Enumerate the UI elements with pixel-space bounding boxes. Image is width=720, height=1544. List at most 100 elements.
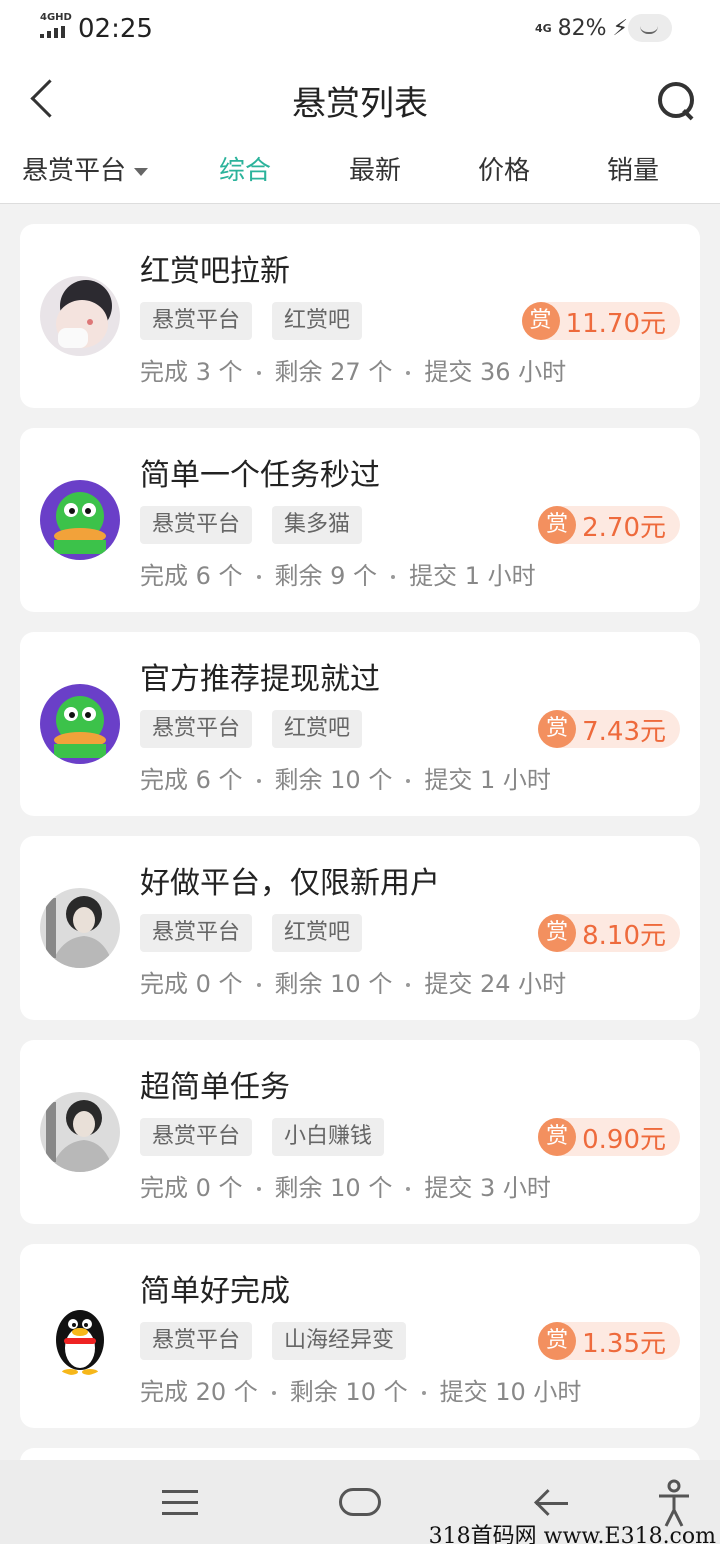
task-title: 简单好完成 bbox=[140, 1274, 290, 1309]
submit-time: 提交 3 小时 bbox=[424, 1174, 551, 1202]
tag-platform: 悬赏平台 bbox=[140, 1118, 253, 1156]
reward-pill: 赏 8.10元 bbox=[538, 914, 680, 952]
home-icon[interactable] bbox=[339, 1488, 381, 1516]
tag-app: 红赏吧 bbox=[272, 710, 363, 748]
filter-tab-bar: 悬赏平台 综合 最新 价格 销量 bbox=[0, 140, 720, 204]
task-meta: 完成 6 个 剩余 10 个 提交 1 小时 bbox=[140, 760, 551, 795]
task-meta: 完成 0 个 剩余 10 个 提交 3 小时 bbox=[140, 1168, 551, 1203]
assistant-icon bbox=[628, 14, 672, 42]
status-bar: 4GHD 02:25 4G 82% ⚡ bbox=[0, 0, 720, 58]
tab-sales[interactable]: 销量 bbox=[607, 150, 659, 187]
task-title: 简单一个任务秒过 bbox=[140, 458, 380, 493]
remaining-count: 剩余 9 个 bbox=[274, 562, 378, 590]
reward-pill: 赏 0.90元 bbox=[538, 1118, 680, 1156]
platform-dropdown[interactable]: 悬赏平台 bbox=[22, 150, 149, 187]
task-meta: 完成 6 个 剩余 9 个 提交 1 小时 bbox=[140, 556, 536, 591]
submit-time: 提交 1 小时 bbox=[424, 766, 551, 794]
task-meta: 完成 3 个 剩余 27 个 提交 36 小时 bbox=[140, 352, 566, 387]
tag-platform: 悬赏平台 bbox=[140, 710, 253, 748]
reward-badge: 赏 bbox=[521, 302, 560, 340]
submit-time: 提交 24 小时 bbox=[424, 970, 567, 998]
task-card[interactable]: 官方推荐提现就过 悬赏平台 红赏吧 赏 7.43元 完成 6 个 剩余 10 个 提… bbox=[20, 632, 700, 816]
task-title: 红赏吧拉新 bbox=[140, 254, 290, 289]
reward-pill: 赏 1.35元 bbox=[538, 1322, 680, 1360]
task-tags: 悬赏平台 红赏吧 bbox=[140, 302, 363, 340]
tag-app: 小白赚钱 bbox=[272, 1118, 385, 1156]
remaining-count: 剩余 10 个 bbox=[274, 1174, 393, 1202]
reward-price: 1.35元 bbox=[582, 1328, 666, 1359]
reward-badge: 赏 bbox=[538, 506, 577, 544]
completed-count: 完成 20 个 bbox=[140, 1378, 258, 1406]
task-card[interactable]: 好做平台，仅限新用户 悬赏平台 红赏吧 赏 8.10元 完成 0 个 剩余 10 … bbox=[20, 836, 700, 1020]
tag-platform: 悬赏平台 bbox=[140, 1322, 253, 1360]
completed-count: 完成 6 个 bbox=[140, 766, 243, 794]
submit-time: 提交 36 小时 bbox=[424, 358, 567, 386]
platform-dropdown-label: 悬赏平台 bbox=[22, 156, 127, 186]
reward-price: 2.70元 bbox=[582, 512, 666, 543]
tab-price[interactable]: 价格 bbox=[478, 150, 530, 187]
clock: 02:25 bbox=[78, 14, 153, 44]
task-title: 好做平台，仅限新用户 bbox=[140, 866, 440, 901]
task-tags: 悬赏平台 集多猫 bbox=[140, 506, 363, 544]
reward-price: 11.70元 bbox=[565, 308, 666, 339]
tab-latest[interactable]: 最新 bbox=[349, 150, 401, 187]
status-right: 4G 82% ⚡ bbox=[535, 16, 628, 41]
tag-platform: 悬赏平台 bbox=[140, 506, 253, 544]
remaining-count: 剩余 10 个 bbox=[274, 766, 393, 794]
reward-pill: 赏 7.43元 bbox=[538, 710, 680, 748]
task-title: 超简单任务 bbox=[140, 1070, 290, 1105]
completed-count: 完成 6 个 bbox=[140, 562, 243, 590]
task-card[interactable]: 超简单任务 悬赏平台 小白赚钱 赏 0.90元 完成 0 个 剩余 10 个 提交 … bbox=[20, 1040, 700, 1224]
task-tags: 悬赏平台 红赏吧 bbox=[140, 914, 363, 952]
tag-platform: 悬赏平台 bbox=[140, 914, 253, 952]
battery-percent: 82% bbox=[557, 16, 607, 41]
task-card[interactable]: 简单好完成 悬赏平台 山海经异变 赏 1.35元 完成 20 个 剩余 10 个 提… bbox=[20, 1244, 700, 1428]
page-title: 悬赏列表 bbox=[292, 84, 428, 124]
charging-icon: ⚡ bbox=[612, 16, 628, 41]
task-tags: 悬赏平台 小白赚钱 bbox=[140, 1118, 385, 1156]
avatar bbox=[40, 276, 120, 356]
tag-app: 集多猫 bbox=[272, 506, 363, 544]
menu-icon[interactable] bbox=[162, 1490, 198, 1516]
watermark-text: 318首码网 www.E318.com bbox=[428, 1524, 716, 1544]
reward-badge: 赏 bbox=[538, 710, 577, 748]
back-icon[interactable] bbox=[534, 1488, 570, 1518]
mobile-data-indicator: 4G bbox=[534, 21, 552, 35]
avatar bbox=[40, 1296, 120, 1376]
tag-app: 红赏吧 bbox=[272, 302, 363, 340]
tag-app: 红赏吧 bbox=[272, 914, 363, 952]
remaining-count: 剩余 27 个 bbox=[274, 358, 393, 386]
tag-app: 山海经异变 bbox=[272, 1322, 407, 1360]
avatar bbox=[40, 1092, 120, 1172]
reward-price: 0.90元 bbox=[582, 1124, 666, 1155]
remaining-count: 剩余 10 个 bbox=[274, 970, 393, 998]
reward-badge: 赏 bbox=[538, 914, 577, 952]
caret-down-icon bbox=[134, 167, 149, 176]
completed-count: 完成 0 个 bbox=[140, 1174, 243, 1202]
title-bar: 悬赏列表 bbox=[0, 58, 720, 140]
task-meta: 完成 20 个 剩余 10 个 提交 10 小时 bbox=[140, 1372, 581, 1407]
search-icon[interactable] bbox=[654, 78, 698, 122]
remaining-count: 剩余 10 个 bbox=[289, 1378, 408, 1406]
task-tags: 悬赏平台 山海经异变 bbox=[140, 1322, 407, 1360]
task-list: 红赏吧拉新 悬赏平台 红赏吧 赏 11.70元 完成 3 个剩余 27 个提交 … bbox=[20, 224, 700, 1508]
completed-count: 完成 0 个 bbox=[140, 970, 243, 998]
submit-time: 提交 1 小时 bbox=[409, 562, 536, 590]
reward-badge: 赏 bbox=[538, 1118, 577, 1156]
avatar bbox=[40, 684, 120, 764]
avatar bbox=[40, 480, 120, 560]
reward-pill: 赏 11.70元 bbox=[521, 302, 680, 340]
reward-pill: 赏 2.70元 bbox=[538, 506, 680, 544]
tab-comprehensive[interactable]: 综合 bbox=[219, 150, 271, 187]
avatar bbox=[40, 888, 120, 968]
task-meta: 完成 0 个 剩余 10 个 提交 24 小时 bbox=[140, 964, 566, 999]
task-tags: 悬赏平台 红赏吧 bbox=[140, 710, 363, 748]
submit-time: 提交 10 小时 bbox=[439, 1378, 582, 1406]
network-type: 4GHD bbox=[40, 12, 72, 23]
task-card[interactable]: 红赏吧拉新 悬赏平台 红赏吧 赏 11.70元 完成 3 个 剩余 27 个 提交 … bbox=[20, 224, 700, 408]
reward-price: 7.43元 bbox=[582, 716, 666, 747]
reward-badge: 赏 bbox=[538, 1322, 577, 1360]
completed-count: 完成 3 个 bbox=[140, 358, 243, 386]
task-card[interactable]: 简单一个任务秒过 悬赏平台 集多猫 赏 2.70元 完成 6 个 剩余 9 个 提交… bbox=[20, 428, 700, 612]
task-title: 官方推荐提现就过 bbox=[140, 662, 380, 697]
